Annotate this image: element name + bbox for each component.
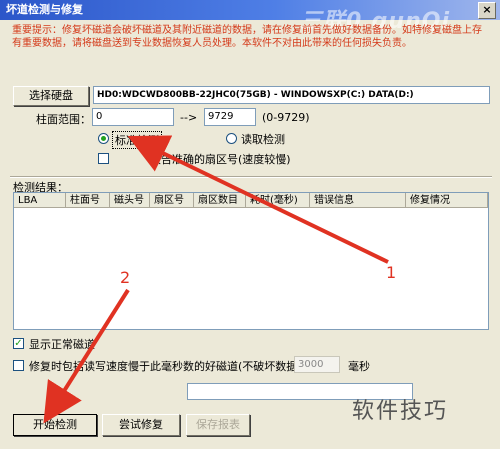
read-check-label: 读取检测: [241, 133, 285, 146]
column-header-lba[interactable]: LBA: [14, 193, 66, 208]
column-header-sector-count[interactable]: 扇区数目: [194, 193, 246, 208]
warning-text: 重要提示：修复坏磁道会破坏磁道及其附近磁道的数据，请在修复前首先做好数据备份。如…: [12, 25, 482, 49]
cylinder-range-label: 柱面范围：: [36, 113, 91, 126]
select-disk-button[interactable]: 选择硬盘: [13, 86, 89, 106]
range-hint: (0-9729): [262, 111, 310, 124]
column-header-sector[interactable]: 扇区号: [150, 193, 194, 208]
column-header-error[interactable]: 错误信息: [310, 193, 406, 208]
report-sector-checkbox[interactable]: [98, 153, 109, 164]
cylinder-to-input[interactable]: 9729: [204, 108, 256, 126]
standard-check-radio[interactable]: [98, 133, 109, 144]
start-check-button[interactable]: 开始检测: [13, 414, 97, 436]
report-sector-label: 报告准确的扇区号(速度较慢): [150, 153, 291, 166]
repair-slow-unit: 毫秒: [348, 360, 370, 373]
show-normal-checkbox[interactable]: ✓: [13, 338, 24, 349]
range-arrow: -->: [180, 111, 198, 124]
selected-disk-field: HD0:WDCWD800BB-22JHC0(75GB) - WINDOWSXP(…: [93, 86, 490, 104]
results-table-header: LBA 柱面号 磁头号 扇区号 扇区数目 耗时(毫秒) 错误信息 修复情况: [14, 193, 488, 209]
repair-slow-checkbox[interactable]: [13, 360, 24, 371]
repair-slow-label: 修复时包括读写速度慢于此毫秒数的好磁道(不破坏数据)：: [29, 360, 313, 373]
try-repair-button[interactable]: 尝试修复: [102, 414, 180, 436]
results-table[interactable]: LBA 柱面号 磁头号 扇区号 扇区数目 耗时(毫秒) 错误信息 修复情况: [13, 192, 489, 330]
window-title: 坏道检测与修复: [6, 3, 83, 16]
repair-slow-ms-input[interactable]: 3000: [294, 356, 340, 373]
cylinder-from-input[interactable]: 0: [92, 108, 174, 126]
column-header-repair[interactable]: 修复情况: [406, 193, 488, 208]
standard-check-label: 标准检测: [112, 131, 162, 149]
read-check-radio[interactable]: [226, 133, 237, 144]
bottom-watermark: 软件技巧: [352, 399, 449, 424]
show-normal-label: 显示正常磁道: [29, 338, 95, 351]
close-button[interactable]: ×: [478, 2, 496, 19]
column-header-head[interactable]: 磁头号: [110, 193, 150, 208]
column-header-time[interactable]: 耗时(毫秒): [246, 193, 310, 208]
save-report-button[interactable]: 保存报表: [186, 414, 250, 436]
column-header-cylinder[interactable]: 柱面号: [66, 193, 110, 208]
